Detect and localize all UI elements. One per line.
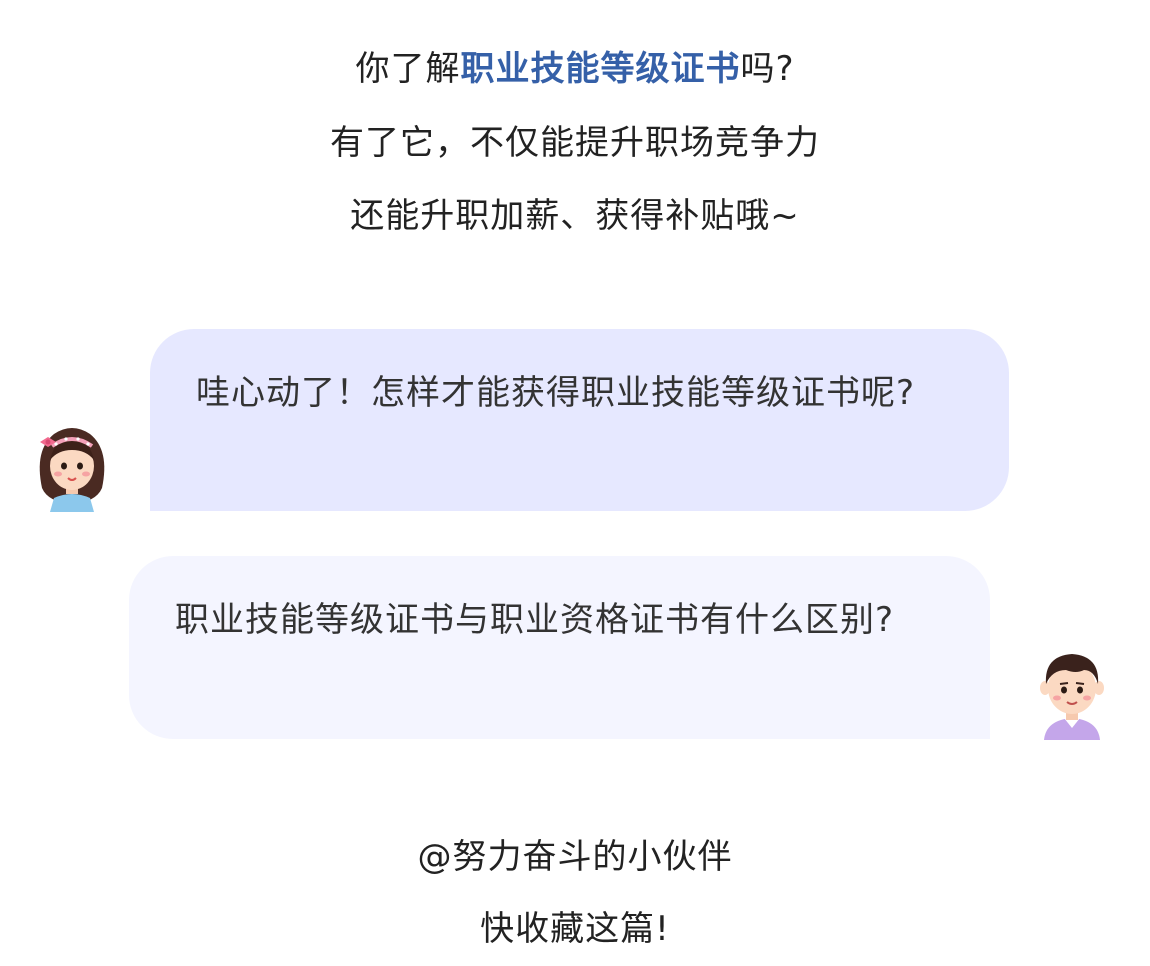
chat-bubble-boy-text: 职业技能等级证书与职业资格证书有什么区别? [175, 600, 895, 640]
intro-line-1-prefix: 你了解 [355, 49, 461, 89]
outro-line-2: 快收藏这篇! [480, 909, 670, 949]
intro-line-3: 还能升职加薪、获得补贴哦~ [350, 196, 800, 236]
girl-avatar-icon [39, 428, 105, 512]
intro-highlight-term: 职业技能等级证书 [460, 49, 741, 89]
intro-line-2: 有了它，不仅能提升职场竞争力 [330, 123, 820, 163]
intro-line-1-suffix: 吗? [740, 49, 795, 89]
outro-line-1: @努力奋斗的小伙伴 [417, 837, 733, 877]
chat-bubble-girl: 哇心动了！怎样才能获得职业技能等级证书呢? [150, 329, 1009, 511]
intro-line-1: 你了解职业技能等级证书吗? [0, 46, 1150, 92]
boy-avatar-icon [1040, 654, 1104, 740]
chat-bubble-girl-text: 哇心动了！怎样才能获得职业技能等级证书呢? [196, 373, 916, 413]
chat-bubble-boy: 职业技能等级证书与职业资格证书有什么区别? [129, 556, 990, 739]
